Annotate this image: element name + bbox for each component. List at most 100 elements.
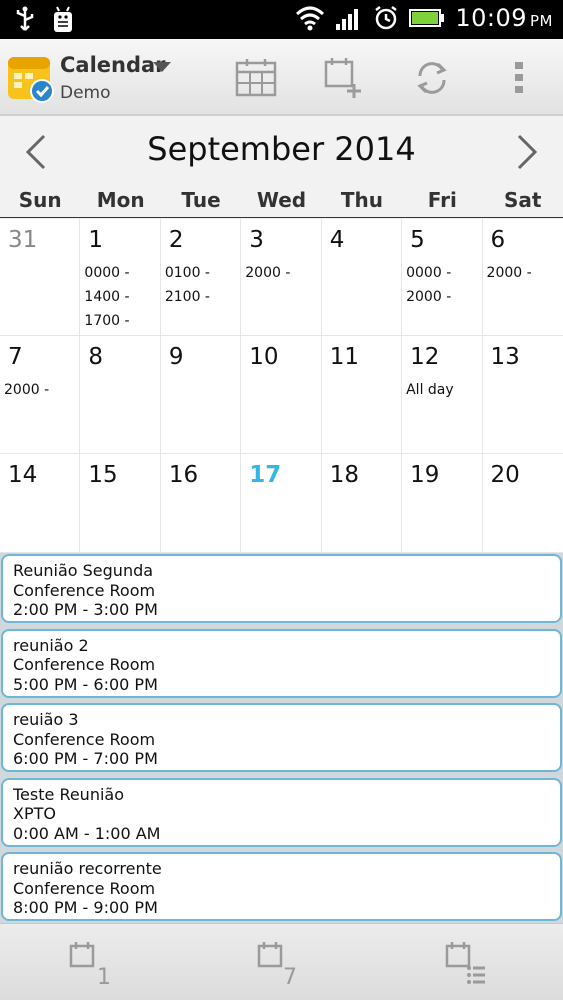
event-title: reuião 3: [13, 710, 79, 729]
event-location: Conference Room: [13, 580, 156, 600]
day-cell[interactable]: 13: [482, 336, 563, 454]
account-name[interactable]: Demo: [60, 83, 111, 103]
event-time-label: 2000 -: [486, 265, 532, 281]
event-card[interactable]: reuião 3 Conference Room 6:00 PM - 7:00 PM: [1, 703, 562, 772]
battery-icon: [409, 9, 445, 27]
day-cell[interactable]: 17: [241, 454, 322, 553]
dropdown-arrow-icon[interactable]: [152, 61, 172, 73]
event-title: Teste Reunião: [13, 784, 124, 804]
day-cell[interactable]: 4: [321, 219, 403, 336]
day-cell[interactable]: 2 0100 - 2100 -: [160, 219, 242, 336]
day-cell[interactable]: 8: [80, 336, 161, 454]
event-time: 8:00 PM - 9:00 PM: [13, 898, 158, 917]
event-card[interactable]: Reunião Segunda Conference Room 2:00 PM - …: [1, 554, 562, 623]
event-title: Reunião Segunda: [13, 561, 154, 580]
day-number: 3: [249, 227, 264, 253]
event-card[interactable]: Teste Reunião XPTO 0:00 AM - 1:00 AM: [1, 777, 562, 847]
month-grid: 31 1 0000 - 1400 - 1700 - 2 0100 - 2100 - 3 2000 …: [0, 219, 563, 553]
wifi-icon: [296, 6, 325, 31]
day-events: 0100 - 2100 -: [165, 261, 238, 309]
day-number: 15: [88, 462, 118, 488]
week-view-icon: 7: [257, 941, 297, 988]
overflow-menu-button[interactable]: [479, 39, 559, 116]
day-number: 2: [168, 227, 184, 253]
month-view-button[interactable]: [216, 39, 296, 116]
agenda-list: Reunião Segunda Conference Room 2:00 PM - …: [0, 553, 563, 923]
day-cell[interactable]: 7 2000 -: [0, 336, 81, 454]
day-events: 0000 - 2000 -: [406, 261, 479, 309]
day-cell[interactable]: 9: [160, 336, 242, 454]
day-events: 2000 -: [4, 378, 77, 402]
day-cell[interactable]: 31: [0, 219, 81, 336]
calendar-add-icon: [324, 57, 361, 98]
refresh-icon: [417, 61, 447, 94]
app-title[interactable]: Calendar: [60, 53, 166, 77]
day-number: 14: [8, 462, 38, 488]
add-event-button[interactable]: [304, 39, 384, 116]
day-number: 20: [490, 462, 520, 488]
event-time-label: 0100 -: [164, 265, 210, 281]
day-number: 1: [88, 227, 104, 253]
day-cell[interactable]: 10: [241, 336, 322, 454]
day-number: 11: [329, 344, 359, 370]
weekday-label: Fri: [427, 188, 457, 212]
event-time-label: All day: [406, 382, 454, 398]
signal-icon: [336, 9, 359, 30]
day-cell[interactable]: 20: [482, 454, 563, 553]
event-time-label: 1700 -: [84, 313, 130, 329]
agenda-view-icon: [445, 941, 485, 984]
day-cell[interactable]: 1 0000 - 1400 - 1700 -: [80, 219, 161, 336]
week-view-number: 7: [283, 965, 297, 988]
day-view-button[interactable]: 1: [32, 924, 152, 1000]
week-row: 14 15 16 17 18 19 20: [0, 454, 563, 553]
event-time-label: 1400 -: [84, 289, 130, 305]
calendar-app-icon[interactable]: [6, 53, 54, 103]
android-debug-icon: [54, 6, 72, 32]
event-title: reunião recorrente: [13, 859, 162, 878]
event-time: 6:00 PM - 7:00 PM: [13, 749, 158, 768]
day-number: 7: [8, 344, 23, 370]
bottom-bar: 1 7: [0, 923, 563, 1000]
event-card[interactable]: reunião 2 Conference Room 5:00 PM - 6:00 P…: [1, 628, 562, 698]
month-header: September 2014: [0, 116, 563, 188]
week-view-button[interactable]: 7: [220, 924, 340, 1000]
agenda-view-button[interactable]: [408, 924, 528, 1000]
event-time: 5:00 PM - 6:00 PM: [13, 674, 158, 694]
event-time: 2:00 PM - 3:00 PM: [13, 600, 158, 619]
sync-button[interactable]: [392, 39, 472, 116]
day-number: 16: [168, 462, 199, 488]
day-cell[interactable]: 18: [321, 454, 403, 553]
day-cell[interactable]: 16: [160, 454, 242, 553]
weekday-header: Sun Mon Tue Wed Thu Fri Sat: [0, 188, 563, 218]
day-cell[interactable]: 5 0000 - 2000 -: [402, 219, 483, 336]
calendar-grid-icon: [235, 58, 277, 96]
day-number: 9: [168, 344, 184, 370]
event-time-label: 2000 -: [4, 382, 50, 398]
event-card[interactable]: reunião recorrente Conference Room 8:00 PM…: [1, 852, 562, 921]
weekday-label: Mon: [96, 188, 145, 212]
week-row: 7 2000 - 8 9 10 11 12 All day 13: [0, 336, 563, 454]
day-cell[interactable]: 3 2000 -: [241, 219, 322, 336]
day-cell[interactable]: 19: [402, 454, 483, 553]
weekday-label: Wed: [256, 188, 307, 212]
day-cell[interactable]: 15: [80, 454, 161, 553]
weekday-label: Tue: [181, 188, 221, 212]
day-cell[interactable]: 14: [0, 454, 81, 553]
event-time-label: 2000 -: [245, 265, 291, 281]
day-cell[interactable]: 11: [321, 336, 403, 454]
event-location: Conference Room: [13, 655, 156, 674]
day-cell[interactable]: 6 2000 -: [482, 219, 563, 336]
day-number: 12: [410, 344, 440, 370]
day-view-number: 1: [97, 965, 111, 988]
day-events: 2000 -: [487, 261, 561, 285]
month-title: September 2014: [147, 130, 416, 168]
weekday-label: Thu: [340, 188, 383, 212]
day-number: 18: [329, 462, 359, 488]
week-row: 31 1 0000 - 1400 - 1700 - 2 0100 - 2100 - 3 2000 …: [0, 219, 563, 336]
day-number: 5: [410, 227, 425, 253]
chevron-right-icon[interactable]: [509, 132, 545, 172]
day-view-icon: 1: [69, 941, 111, 988]
today-day-number: 17: [249, 462, 282, 488]
day-cell[interactable]: 12 All day: [402, 336, 483, 454]
clock: 10:09 PM: [455, 4, 553, 32]
